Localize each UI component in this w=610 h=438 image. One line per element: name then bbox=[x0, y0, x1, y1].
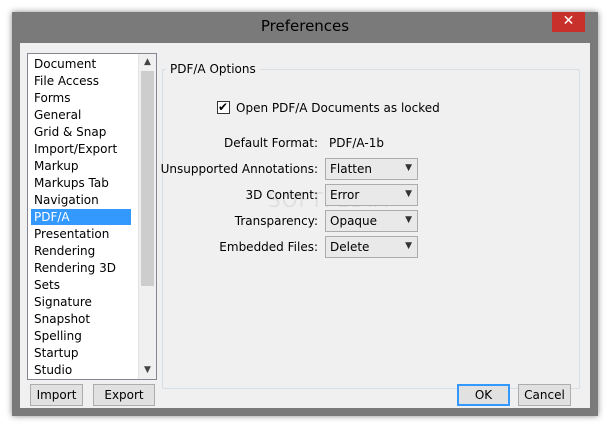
cancel-button[interactable]: Cancel bbox=[518, 384, 571, 406]
open-locked-checkbox[interactable]: ✔ bbox=[217, 100, 230, 114]
scroll-up-icon[interactable]: ▲ bbox=[139, 54, 156, 71]
sidebar-item[interactable]: Snapshot bbox=[31, 311, 131, 327]
sidebar-item[interactable]: Startup bbox=[31, 345, 131, 361]
3d-content-select[interactable]: Error ▼ bbox=[325, 184, 418, 206]
unsupported-annotations-select[interactable]: Flatten ▼ bbox=[325, 158, 418, 180]
sidebar-item[interactable]: Grid & Snap bbox=[31, 124, 131, 140]
preferences-dialog: Preferences ✕ Document File Access Forms Ge… bbox=[12, 12, 598, 416]
default-format-label: Default Format: bbox=[224, 136, 318, 150]
sidebar-item[interactable]: Sets bbox=[31, 277, 131, 293]
unsupported-annotations-value: Flatten bbox=[330, 162, 372, 176]
scroll-down-icon[interactable]: ▼ bbox=[139, 362, 156, 379]
unsupported-annotations-label: Unsupported Annotations: bbox=[160, 162, 318, 176]
export-button[interactable]: Export bbox=[93, 384, 155, 406]
import-button[interactable]: Import bbox=[30, 384, 83, 406]
chevron-down-icon: ▼ bbox=[405, 241, 412, 251]
sidebar-item[interactable]: PDF/A bbox=[31, 209, 131, 225]
sidebar-item[interactable]: Signature bbox=[31, 294, 131, 310]
checkmark-icon: ✔ bbox=[218, 100, 229, 114]
ok-button[interactable]: OK bbox=[457, 384, 510, 406]
title-bar[interactable]: Preferences ✕ bbox=[12, 12, 598, 42]
sidebar-item[interactable]: General bbox=[31, 107, 131, 123]
sidebar-item[interactable]: Presentation bbox=[31, 226, 131, 242]
sidebar-item[interactable]: Rendering 3D bbox=[31, 260, 131, 276]
sidebar-item[interactable]: Rendering bbox=[31, 243, 131, 259]
default-format-value: PDF/A-1b bbox=[329, 136, 384, 150]
transparency-select[interactable]: Opaque ▼ bbox=[325, 210, 418, 232]
sidebar-item[interactable]: Studio bbox=[31, 362, 131, 378]
sidebar-item[interactable]: Markup bbox=[31, 158, 131, 174]
sidebar-item[interactable]: Spelling bbox=[31, 328, 131, 344]
dialog-body: Document File Access Forms General Grid & Sn… bbox=[20, 43, 590, 408]
preferences-category-list[interactable]: Document File Access Forms General Grid & Sn… bbox=[27, 53, 157, 380]
3d-content-label: 3D Content: bbox=[245, 188, 318, 202]
window-title: Preferences bbox=[260, 17, 350, 35]
close-icon: ✕ bbox=[562, 13, 575, 29]
sidebar-item[interactable]: Navigation bbox=[31, 192, 131, 208]
sidebar-item[interactable]: Forms bbox=[31, 90, 131, 106]
embedded-files-value: Delete bbox=[330, 240, 370, 254]
category-items: Document File Access Forms General Grid & Sn… bbox=[28, 54, 138, 379]
sidebar-item[interactable]: Import/Export bbox=[31, 141, 131, 157]
group-title: PDF/A Options bbox=[166, 62, 260, 76]
open-locked-label[interactable]: Open PDF/A Documents as locked bbox=[236, 100, 440, 116]
sidebar-item[interactable]: Markups Tab bbox=[31, 175, 131, 191]
chevron-down-icon: ▼ bbox=[405, 163, 412, 173]
close-button[interactable]: ✕ bbox=[552, 12, 585, 32]
sidebar-item[interactable]: File Access bbox=[31, 73, 131, 89]
transparency-value: Opaque bbox=[330, 214, 378, 228]
chevron-down-icon: ▼ bbox=[405, 215, 412, 225]
transparency-label: Transparency: bbox=[234, 214, 318, 228]
3d-content-value: Error bbox=[330, 188, 360, 202]
chevron-down-icon: ▼ bbox=[405, 189, 412, 199]
scroll-thumb[interactable] bbox=[141, 71, 154, 286]
category-scrollbar[interactable]: ▲ ▼ bbox=[138, 54, 156, 379]
sidebar-item[interactable]: Document bbox=[31, 56, 131, 72]
embedded-files-label: Embedded Files: bbox=[219, 240, 318, 254]
embedded-files-select[interactable]: Delete ▼ bbox=[325, 236, 418, 258]
